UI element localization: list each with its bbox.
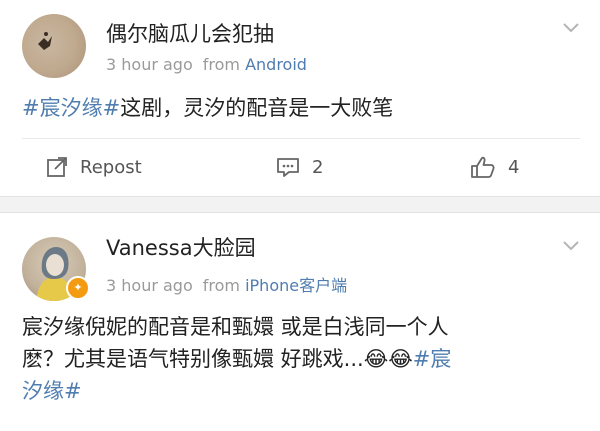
repost-icon — [47, 157, 67, 177]
from-label: from — [202, 55, 240, 74]
post-meta: 3 hour ago from Android — [106, 55, 307, 74]
post-time: 3 hour ago — [106, 276, 193, 295]
post-text: #宸汐缘#这剧，灵汐的配音是一大败笔 — [22, 92, 580, 124]
from-label: from — [202, 276, 240, 295]
verified-badge-icon: ✦ — [66, 276, 90, 300]
post-meta: 3 hour ago from iPhone客户端 — [106, 272, 347, 296]
hashtag-link[interactable]: #宸 — [413, 347, 452, 371]
post-card-1: 偶尔脑瓜儿会犯抽 3 hour ago from Android #宸汐缘#这剧，… — [0, 0, 600, 197]
post-source[interactable]: iPhone客户端 — [245, 276, 347, 295]
avatar[interactable] — [22, 14, 86, 78]
username[interactable]: 偶尔脑瓜儿会犯抽 — [106, 18, 274, 48]
avatar-image — [38, 32, 52, 50]
thumbs-up-icon — [471, 156, 495, 178]
hashtag-link[interactable]: 汐缘# — [22, 379, 82, 403]
post-text-line: 宸汐缘倪妮的配音是和甄嬛 或是白浅同一个人 — [22, 315, 449, 339]
like-count: 4 — [508, 156, 520, 178]
like-button[interactable]: 4 — [470, 150, 519, 184]
laughing-emoji-icon: 😂 — [363, 347, 389, 371]
post-time: 3 hour ago — [106, 55, 193, 74]
chevron-down-icon[interactable] — [562, 240, 580, 252]
post-text: 宸汐缘倪妮的配音是和甄嬛 或是白浅同一个人 麽？尤其是语气特别像甄嬛 好跳戏..… — [22, 311, 580, 407]
chevron-down-icon[interactable] — [562, 22, 580, 34]
post-text-line: 麽？尤其是语气特别像甄嬛 好跳戏...😂😂#宸 — [22, 343, 580, 375]
comment-count: 2 — [312, 156, 324, 178]
divider — [22, 138, 580, 139]
post-text-line: 汐缘# — [22, 375, 580, 407]
comment-button[interactable]: 2 — [276, 150, 323, 184]
hashtag-link[interactable]: #宸汐缘# — [22, 96, 120, 120]
username[interactable]: Vanessa大脸园 — [106, 232, 256, 262]
post-source[interactable]: Android — [245, 55, 307, 74]
comment-icon — [277, 158, 299, 177]
repost-button[interactable]: Repost — [46, 150, 142, 184]
post-text-content: 麽？尤其是语气特别像甄嬛 好跳戏... — [22, 347, 364, 371]
repost-label: Repost — [80, 156, 142, 178]
post-text-content: 这剧，灵汐的配音是一大败笔 — [120, 96, 394, 120]
laughing-emoji-icon: 😂 — [388, 347, 413, 371]
